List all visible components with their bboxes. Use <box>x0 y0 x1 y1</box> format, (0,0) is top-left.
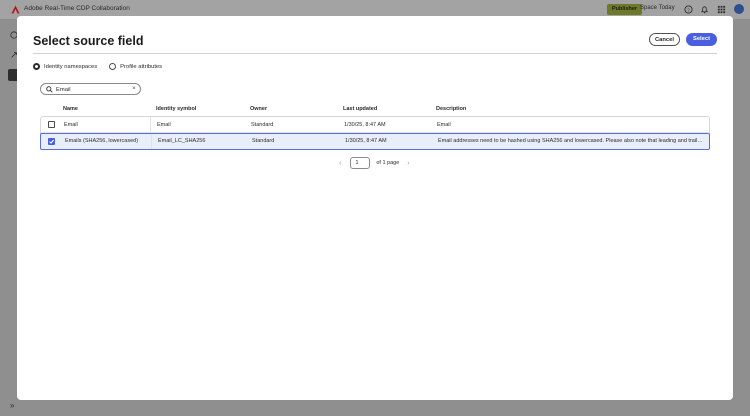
identity-table: Name Identity symbol Owner Last updated … <box>40 104 710 150</box>
cell-name: Email <box>64 122 78 128</box>
row-checkbox-checked[interactable] <box>48 138 55 145</box>
radio-profile-attributes[interactable]: Profile attributes <box>109 63 162 70</box>
search-field: × <box>40 83 141 95</box>
search-icon <box>46 86 53 93</box>
page-number-input[interactable] <box>350 157 371 169</box>
avatar[interactable] <box>734 4 744 14</box>
divider <box>33 53 717 54</box>
cancel-button[interactable]: Cancel <box>649 33 680 46</box>
space-switcher[interactable]: Space Today <box>640 5 675 11</box>
svg-text:?: ? <box>687 7 690 13</box>
table-row-selected[interactable]: Emails (SHA256, lowercased) Email_LC_SHA… <box>40 133 710 150</box>
cell-last-updated: 1/30/25, 8:47 AM <box>344 122 386 128</box>
table-row[interactable]: Email Email Standard 1/30/25, 8:47 AM Em… <box>41 117 709 133</box>
column-header-description[interactable]: Description <box>436 106 466 112</box>
radio-unselected-icon <box>109 63 117 70</box>
adobe-logo-icon <box>11 5 20 14</box>
column-divider <box>151 134 152 149</box>
source-type-radio-group: Identity namespaces Profile attributes <box>33 63 174 70</box>
cell-identity-symbol: Email_LC_SHA256 <box>158 138 206 144</box>
pagination: ‹ of 1 page › <box>339 157 410 169</box>
clear-search-icon[interactable]: × <box>132 85 136 92</box>
page-count-label: of 1 page <box>376 160 400 166</box>
column-header-last-updated[interactable]: Last updated <box>343 106 377 112</box>
radio-selected-icon <box>33 63 40 70</box>
app-title: Adobe Real-Time CDP Collaboration <box>24 5 130 12</box>
radio-identity-namespaces[interactable]: Identity namespaces <box>33 63 97 70</box>
search-input[interactable] <box>56 85 128 94</box>
cell-owner: Standard <box>251 122 274 128</box>
checkmark-icon <box>49 139 55 144</box>
column-divider <box>150 117 151 132</box>
row-checkbox[interactable] <box>48 121 55 128</box>
cell-description: Email <box>437 122 451 128</box>
cell-identity-symbol: Email <box>157 122 171 128</box>
table-body: Email Email Standard 1/30/25, 8:47 AM Em… <box>40 116 710 150</box>
expand-rail-icon[interactable]: » <box>10 401 14 410</box>
previous-page-icon[interactable]: ‹ <box>339 160 341 167</box>
help-icon[interactable]: ? <box>684 5 693 14</box>
dialog-title: Select source field <box>33 34 144 48</box>
column-header-name[interactable]: Name <box>63 106 78 112</box>
table-header: Name Identity symbol Owner Last updated … <box>40 104 710 116</box>
role-badge: Publisher <box>607 4 643 15</box>
column-header-identity-symbol[interactable]: Identity symbol <box>156 106 196 112</box>
radio-label: Identity namespaces <box>44 63 98 70</box>
select-source-field-dialog: Select source field Cancel Select Identi… <box>17 16 733 400</box>
apps-grid-icon[interactable] <box>717 5 726 14</box>
cell-name: Emails (SHA256, lowercased) <box>65 138 139 144</box>
bell-icon[interactable] <box>700 5 709 14</box>
cell-description: Email addresses need to be hashed using … <box>438 138 704 144</box>
cell-owner: Standard <box>252 138 275 144</box>
column-header-owner[interactable]: Owner <box>250 106 267 112</box>
cell-last-updated: 1/30/25, 8:47 AM <box>345 138 387 144</box>
next-page-icon[interactable]: › <box>407 160 409 167</box>
select-button[interactable]: Select <box>686 33 717 46</box>
radio-label: Profile attributes <box>120 63 163 70</box>
